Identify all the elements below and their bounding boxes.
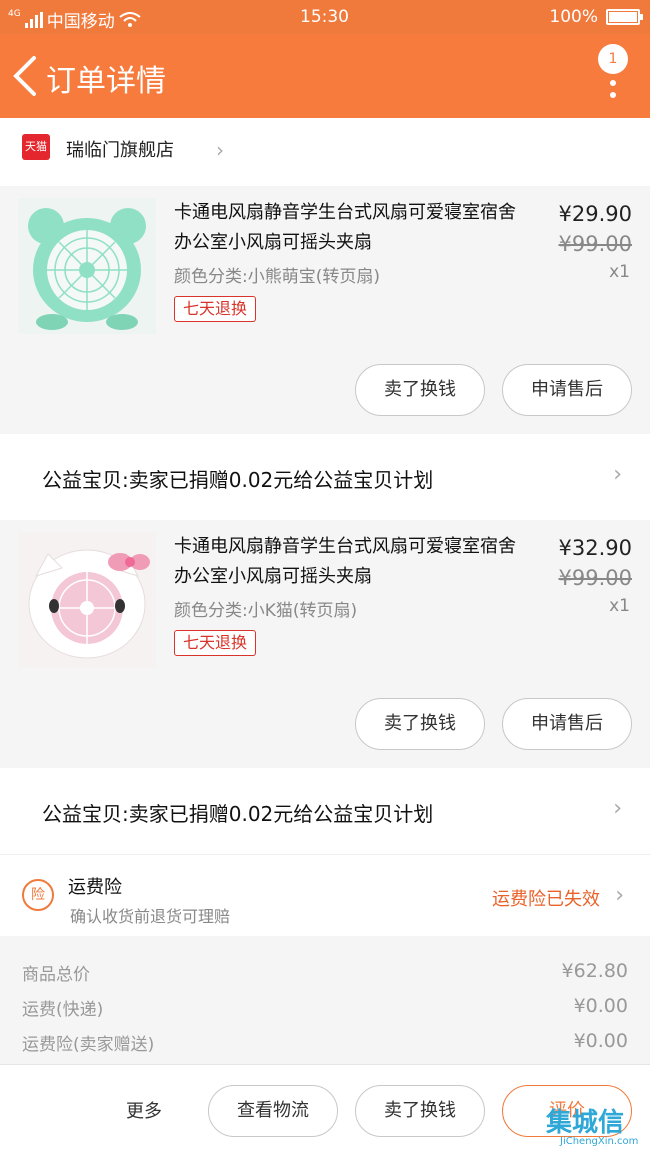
chevron-left-icon[interactable] xyxy=(10,54,40,98)
summary-label: 商品总价 xyxy=(22,965,90,985)
watermark: 集城信 JiChengXin.com xyxy=(546,1102,646,1150)
summary-row-insurance: 运费险(卖家赠送) ¥0.00 xyxy=(22,1030,628,1055)
chevron-right-icon: › xyxy=(613,796,622,821)
clock: 15:30 xyxy=(300,7,349,27)
charity-text: 公益宝贝:卖家已捐赠0.02元给公益宝贝计划 xyxy=(42,802,434,826)
notification-badge: 1 xyxy=(598,44,628,74)
summary-label: 运费险(卖家赠送) xyxy=(22,1035,155,1055)
chevron-right-icon: › xyxy=(613,462,622,487)
page-title: 订单详情 xyxy=(46,64,166,99)
more-menu-button[interactable]: 1 xyxy=(596,44,630,108)
order-item[interactable]: 卡通电风扇静音学生台式风扇可爱寝室宿舍办公室小风扇可摇头夹扇 颜色分类:小熊萌宝… xyxy=(0,186,650,434)
status-right: 100% xyxy=(549,7,643,27)
sell-exchange-button[interactable]: 卖了换钱 xyxy=(355,1085,485,1137)
watermark-url: JiChengXin.com xyxy=(560,1136,639,1147)
product-name[interactable]: 卡通电风扇静音学生台式风扇可爱寝室宿舍办公室小风扇可摇头夹扇 xyxy=(174,198,530,258)
order-item[interactable]: 卡通电风扇静音学生台式风扇可爱寝室宿舍办公室小风扇可摇头夹扇 颜色分类:小K猫(… xyxy=(0,520,650,768)
signal-icon xyxy=(24,11,43,28)
original-price: ¥99.00 xyxy=(558,232,632,256)
return-policy-tag: 七天退换 xyxy=(174,630,257,656)
product-thumbnail[interactable] xyxy=(18,198,156,334)
chevron-right-icon: › xyxy=(615,883,624,908)
more-vertical-icon xyxy=(610,80,616,104)
status-left: 4G 中国移动 xyxy=(8,7,141,32)
product-price: ¥29.90 xyxy=(558,202,632,226)
sell-exchange-button[interactable]: 卖了换钱 xyxy=(355,364,485,416)
charity-row[interactable]: 公益宝贝:卖家已捐赠0.02元给公益宝贝计划 › xyxy=(0,434,650,520)
status-bar: 4G 中国移动 15:30 100% xyxy=(0,0,650,34)
summary-row-total: 商品总价 ¥62.80 xyxy=(22,960,628,985)
summary-label: 运费(快递) xyxy=(22,1000,104,1020)
product-quantity: x1 xyxy=(609,262,630,282)
more-button[interactable]: 更多 xyxy=(126,1097,162,1123)
product-quantity: x1 xyxy=(609,596,630,616)
network-type: 4G xyxy=(8,8,21,19)
freight-insurance-row[interactable]: 险 运费险 确认收货前退货可理赔 运费险已失效 › xyxy=(0,854,650,936)
summary-value: ¥0.00 xyxy=(573,1030,628,1052)
sell-exchange-button[interactable]: 卖了换钱 xyxy=(355,698,485,750)
return-policy-tag: 七天退换 xyxy=(174,296,257,322)
fan-image-icon xyxy=(18,198,156,334)
battery-level: 100% xyxy=(549,7,598,27)
battery-icon xyxy=(606,9,643,25)
summary-value: ¥0.00 xyxy=(573,995,628,1017)
product-sku: 颜色分类:小熊萌宝(转页扇) xyxy=(174,267,380,287)
carrier-name: 中国移动 xyxy=(46,12,115,32)
charity-text: 公益宝贝:卖家已捐赠0.02元给公益宝贝计划 xyxy=(42,468,434,492)
original-price: ¥99.00 xyxy=(558,566,632,590)
tmall-badge: 天猫 xyxy=(22,134,50,160)
charity-row[interactable]: 公益宝贝:卖家已捐赠0.02元给公益宝贝计划 › xyxy=(0,768,650,854)
product-sku: 颜色分类:小K猫(转页扇) xyxy=(174,601,358,621)
insurance-title: 运费险 xyxy=(68,877,122,898)
product-price: ¥32.90 xyxy=(558,536,632,560)
wifi-icon xyxy=(119,11,141,27)
watermark-logo: 集城信 xyxy=(546,1108,625,1138)
after-sale-button[interactable]: 申请售后 xyxy=(502,698,632,750)
view-logistics-button[interactable]: 查看物流 xyxy=(208,1085,338,1137)
fan-image-icon xyxy=(18,532,156,668)
product-thumbnail[interactable] xyxy=(18,532,156,668)
insurance-icon: 险 xyxy=(22,879,54,911)
shop-name[interactable]: 瑞临门旗舰店 xyxy=(66,136,174,162)
chevron-right-icon: › xyxy=(216,138,224,162)
summary-value: ¥62.80 xyxy=(561,960,628,982)
price-summary: 商品总价 ¥62.80 运费(快递) ¥0.00 运费险(卖家赠送) ¥0.00 xyxy=(0,936,650,1064)
nav-bar: 订单详情 1 xyxy=(0,34,650,118)
after-sale-button[interactable]: 申请售后 xyxy=(502,364,632,416)
insurance-status: 运费险已失效 xyxy=(492,889,600,910)
insurance-subtitle: 确认收货前退货可理赔 xyxy=(70,907,231,926)
summary-row-shipping: 运费(快递) ¥0.00 xyxy=(22,995,628,1020)
product-name[interactable]: 卡通电风扇静音学生台式风扇可爱寝室宿舍办公室小风扇可摇头夹扇 xyxy=(174,532,530,592)
shop-header[interactable]: 天猫 瑞临门旗舰店 › xyxy=(0,118,650,186)
